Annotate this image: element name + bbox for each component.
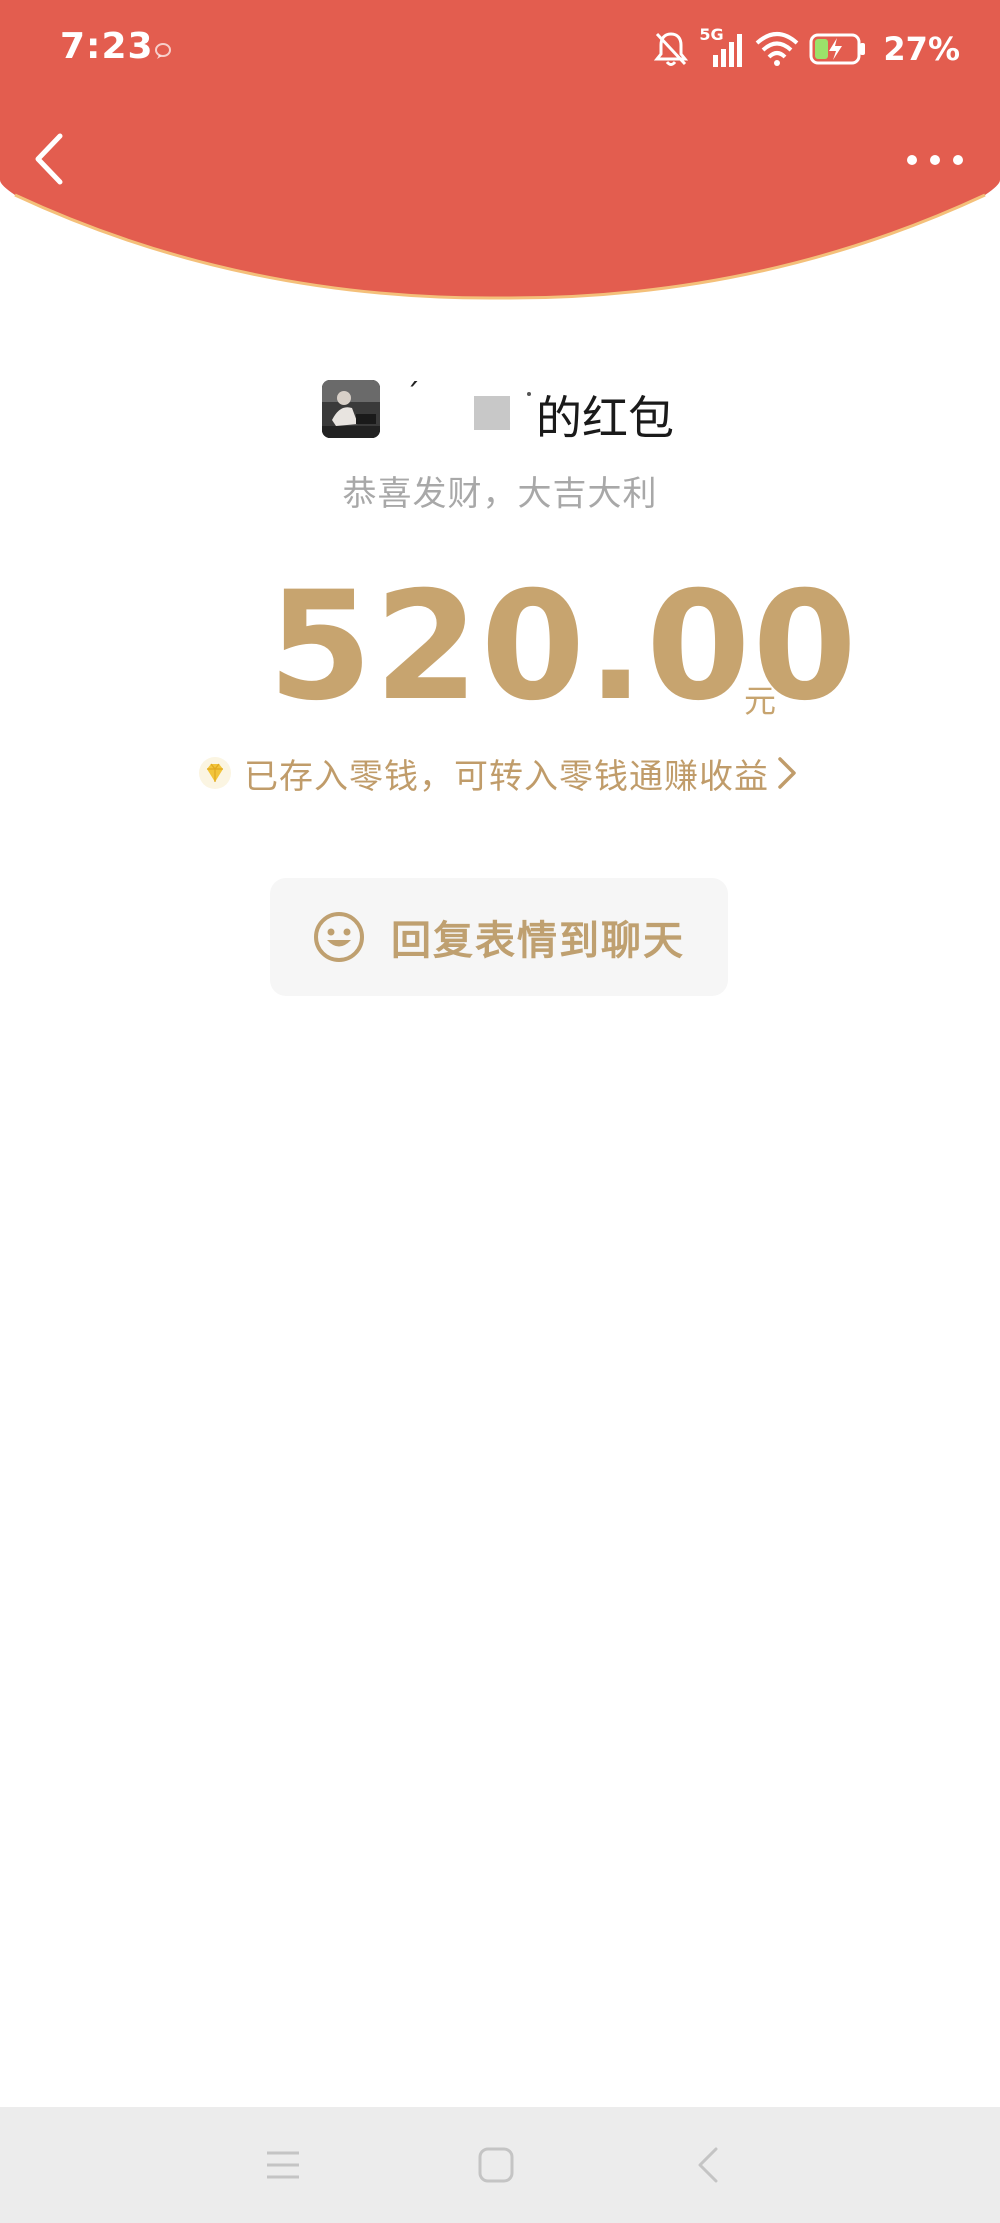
avatar[interactable] (322, 380, 380, 438)
red-packet-detail-screen: 7:23 5G 27% ´ 的红包 恭喜发财，大吉大利 520.00 元 已存入… (0, 0, 1000, 2223)
status-time: 7:23 (60, 26, 154, 67)
reply-sticker-button[interactable]: 回复表情到聊天 (270, 878, 728, 996)
bell-off-icon (654, 32, 689, 66)
back-button[interactable] (20, 126, 80, 192)
battery-percent: 27% (883, 30, 960, 68)
sender-name-fragment: ´ (405, 378, 420, 413)
diamond-icon (199, 757, 231, 789)
reply-button-label: 回复表情到聊天 (391, 918, 685, 964)
amount-unit: 元 (744, 682, 777, 720)
message-bubble-icon (155, 43, 171, 59)
chevron-right-icon (778, 757, 796, 789)
wifi-icon (756, 32, 799, 66)
packet-title: 的红包 (536, 391, 674, 445)
home-icon[interactable] (474, 2143, 518, 2187)
smiley-icon (314, 912, 364, 962)
sender-name-redaction (474, 396, 510, 430)
change-notice-link[interactable]: 已存入零钱，可转入零钱通赚收益 (198, 748, 799, 798)
system-nav-bar (0, 2107, 1000, 2223)
change-notice-text: 已存入零钱，可转入零钱通赚收益 (244, 756, 769, 797)
back-icon[interactable] (688, 2143, 732, 2187)
menu-icon[interactable] (261, 2143, 305, 2187)
status-icons: 5G 27% (653, 25, 960, 72)
signal-5g-icon: 5G (699, 25, 745, 69)
greeting-text: 恭喜发财，大吉大利 (342, 474, 658, 514)
status-bar: 7:23 5G 27% (0, 0, 1000, 100)
more-options-button[interactable] (900, 140, 970, 180)
battery-charging-icon (809, 33, 866, 65)
sender-row: ´ 的红包 (0, 378, 1000, 448)
sender-name-dot (527, 392, 531, 396)
